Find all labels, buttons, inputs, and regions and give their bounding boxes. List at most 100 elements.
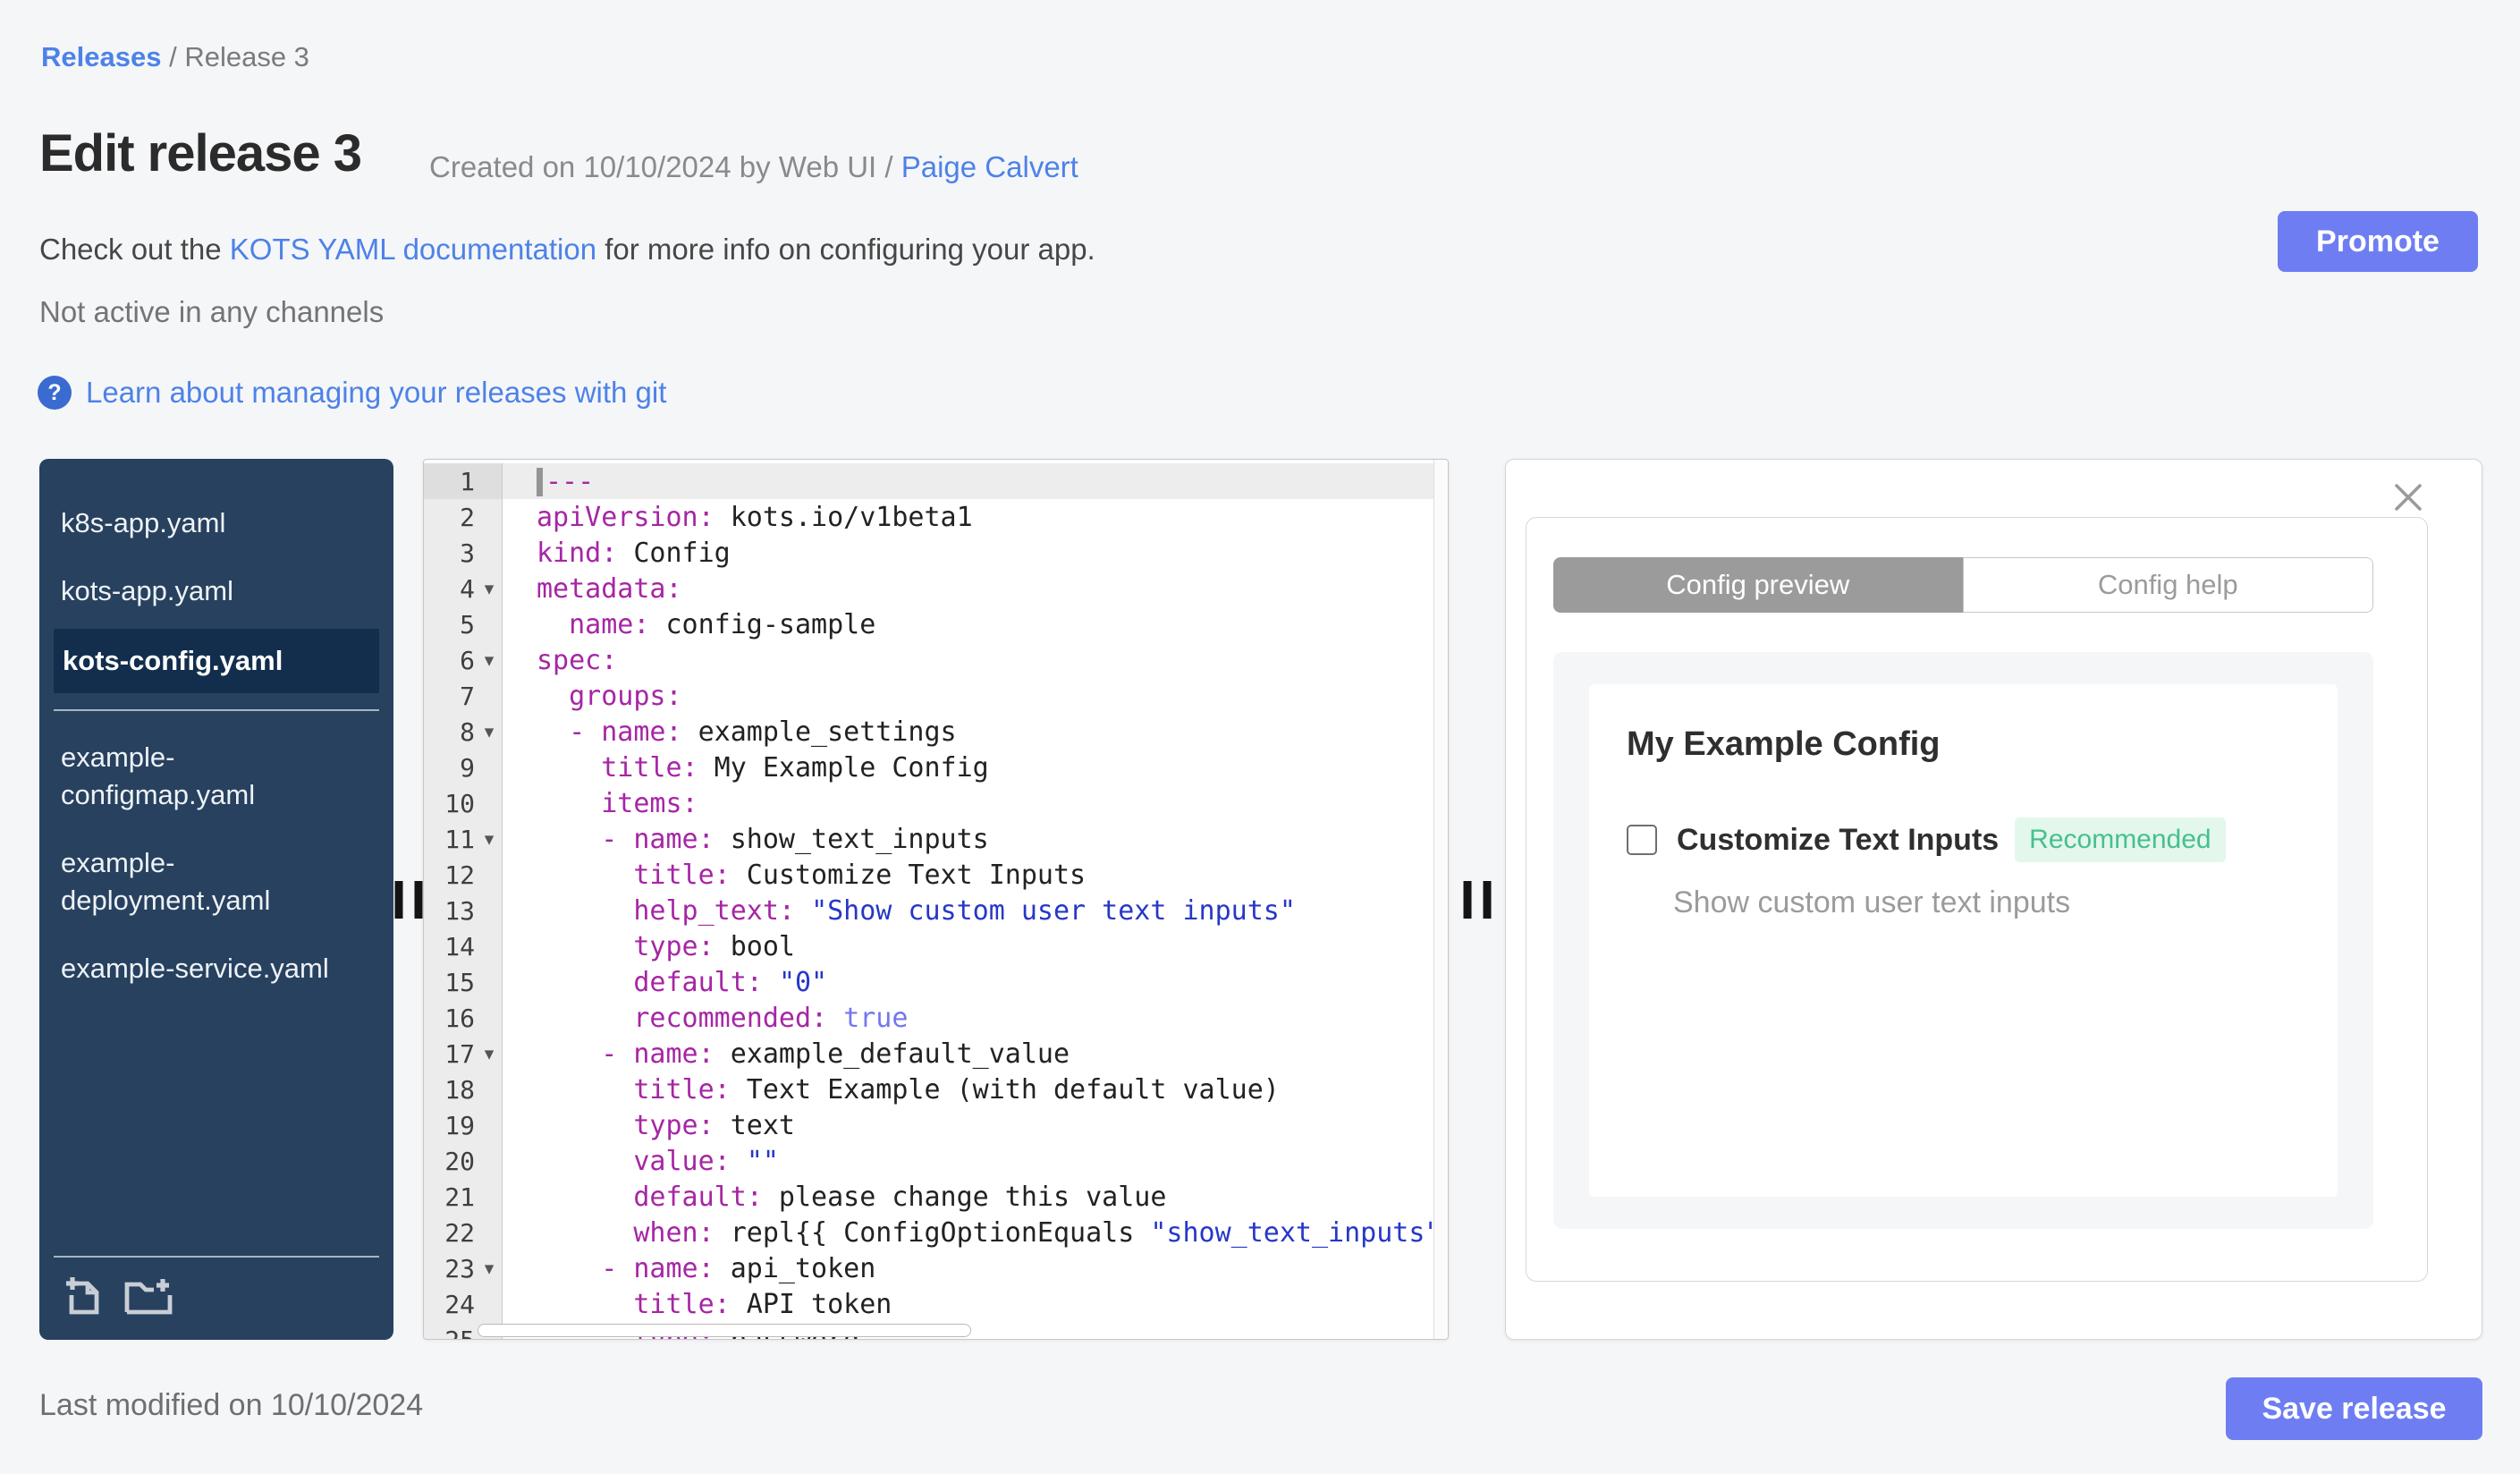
- file-item-kots-app-yaml[interactable]: kots-app.yaml: [39, 557, 347, 625]
- editor-line-24[interactable]: 24 title: API token: [424, 1286, 1448, 1322]
- close-icon[interactable]: [2390, 479, 2426, 515]
- config-item-row: Customize Text Inputs Recommended: [1627, 817, 2300, 862]
- code-text: title: Customize Text Inputs: [633, 859, 1087, 891]
- code-text: help_text: "Show custom user text inputs…: [633, 894, 1296, 927]
- line-number: 5: [424, 606, 503, 642]
- editor-vertical-scrollbar[interactable]: [1433, 460, 1448, 1339]
- fold-arrow-icon[interactable]: ▾: [477, 649, 502, 671]
- line-number: 21: [424, 1179, 503, 1215]
- learn-releases-git-link[interactable]: Learn about managing your releases with …: [86, 376, 666, 410]
- promote-button[interactable]: Promote: [2278, 211, 2478, 272]
- config-item-label: Customize Text Inputs: [1677, 822, 2000, 857]
- fold-arrow-icon[interactable]: ▾: [477, 1043, 502, 1064]
- editor-line-5[interactable]: 5 name: config-sample: [424, 606, 1448, 642]
- code-text: title: My Example Config: [601, 751, 989, 784]
- line-number: 15: [424, 964, 503, 1000]
- editor-line-4[interactable]: 4 ▾ metadata:: [424, 571, 1448, 606]
- line-number: 6 ▾: [424, 642, 503, 678]
- editor-line-16[interactable]: 16 recommended: true: [424, 1000, 1448, 1036]
- editor-line-6[interactable]: 6 ▾ spec:: [424, 642, 1448, 678]
- line-number: 4 ▾: [424, 571, 503, 606]
- editor-line-22[interactable]: 22 when: repl{{ ConfigOptionEquals "show…: [424, 1215, 1448, 1250]
- config-preview-panel: Config preview Config help My Example Con…: [1505, 459, 2482, 1340]
- editor-line-14[interactable]: 14 type: bool: [424, 928, 1448, 964]
- main-row: k8s-app.yaml kots-app.yaml kots-config.yam…: [39, 459, 2482, 1340]
- line-number: 19: [424, 1107, 503, 1143]
- file-item-k8s-app-yaml[interactable]: k8s-app.yaml: [39, 489, 347, 557]
- save-release-button[interactable]: Save release: [2226, 1377, 2482, 1440]
- docs-line: Check out the KOTS YAML documentation fo…: [39, 233, 1095, 267]
- editor-line-18[interactable]: 18 title: Text Example (with default val…: [424, 1072, 1448, 1107]
- file-item-example-configmap-yaml[interactable]: example-configmap.yaml: [39, 724, 347, 829]
- editor-line-19[interactable]: 19 type: text: [424, 1107, 1448, 1143]
- fold-arrow-icon[interactable]: ▾: [477, 828, 502, 850]
- code-text: items:: [601, 787, 698, 819]
- editor-line-9[interactable]: 9 title: My Example Config: [424, 750, 1448, 785]
- code-text: - name: example_settings: [569, 716, 957, 748]
- code-text: - name: example_default_value: [601, 1038, 1070, 1070]
- new-file-icon[interactable]: [63, 1274, 104, 1318]
- sidebar-editor-gap: [393, 459, 423, 1340]
- breadcrumb-releases-link[interactable]: Releases: [41, 41, 161, 72]
- code-text: recommended: true: [633, 1002, 909, 1034]
- editor-horizontal-scrollbar[interactable]: [478, 1324, 971, 1337]
- editor-line-7[interactable]: 7 groups:: [424, 678, 1448, 714]
- editor-line-11[interactable]: 11 ▾ - name: show_text_inputs: [424, 821, 1448, 857]
- resize-handle-right[interactable]: [1463, 880, 1491, 919]
- editor-line-23[interactable]: 23 ▾ - name: api_token: [424, 1250, 1448, 1286]
- tab-config-help[interactable]: Config help: [1962, 557, 2373, 613]
- new-folder-icon[interactable]: [123, 1274, 173, 1318]
- code-text: type: bool: [633, 930, 795, 962]
- breadcrumb: Releases / Release 3: [41, 41, 309, 73]
- kots-yaml-docs-link[interactable]: KOTS YAML documentation: [230, 233, 596, 266]
- line-number: 18: [424, 1072, 503, 1107]
- line-number: 13: [424, 893, 503, 928]
- code-text: when: repl{{ ConfigOptionEquals "show_te…: [633, 1216, 1442, 1249]
- file-list: k8s-app.yaml kots-app.yaml kots-config.yam…: [39, 489, 393, 1003]
- line-number: 14: [424, 928, 503, 964]
- yaml-code-editor[interactable]: 1 --- 2 apiVersion: kots.io/v1beta1 3 kind: C…: [423, 459, 1449, 1340]
- editor-line-20[interactable]: 20 value: "": [424, 1143, 1448, 1179]
- editor-line-2[interactable]: 2 apiVersion: kots.io/v1beta1: [424, 499, 1448, 535]
- fold-arrow-icon[interactable]: ▾: [477, 1258, 502, 1279]
- line-number: 1: [424, 463, 503, 499]
- line-number: 2: [424, 499, 503, 535]
- sidebar-bottom: [39, 1240, 393, 1340]
- code-text: name: config-sample: [569, 608, 876, 640]
- code-text: type: text: [633, 1109, 795, 1141]
- editor-line-15[interactable]: 15 default: "0": [424, 964, 1448, 1000]
- line-number: 22: [424, 1215, 503, 1250]
- editor-line-3[interactable]: 3 kind: Config: [424, 535, 1448, 571]
- editor-line-21[interactable]: 21 default: please change this value: [424, 1179, 1448, 1215]
- last-modified-text: Last modified on 10/10/2024: [39, 1388, 424, 1422]
- created-line: Created on 10/10/2024 by Web UI / Paige …: [429, 150, 1078, 184]
- file-item-kots-config-yaml[interactable]: kots-config.yaml: [54, 629, 379, 693]
- line-number: 11 ▾: [424, 821, 503, 857]
- code-text: default: please change this value: [633, 1181, 1167, 1213]
- line-number: 23 ▾: [424, 1250, 503, 1286]
- tab-config-preview[interactable]: Config preview: [1553, 557, 1963, 613]
- editor-line-1[interactable]: 1 ---: [424, 463, 1448, 499]
- code-text: metadata:: [537, 572, 682, 605]
- editor-line-13[interactable]: 13 help_text: "Show custom user text inp…: [424, 893, 1448, 928]
- sidebar-actions: [39, 1274, 393, 1318]
- release-editor-page: Releases / Release 3 Edit release 3 Crea…: [0, 0, 2520, 1474]
- editor-line-8[interactable]: 8 ▾ - name: example_settings: [424, 714, 1448, 750]
- file-item-example-deployment-yaml[interactable]: example-deployment.yaml: [39, 829, 347, 935]
- breadcrumb-separator: /: [169, 41, 177, 72]
- editor-line-17[interactable]: 17 ▾ - name: example_default_value: [424, 1036, 1448, 1072]
- resize-handle-left[interactable]: [394, 880, 422, 919]
- fold-arrow-icon[interactable]: ▾: [477, 721, 502, 742]
- code-text: apiVersion: kots.io/v1beta1: [537, 501, 973, 533]
- file-item-example-service-yaml[interactable]: example-service.yaml: [39, 935, 347, 1003]
- config-group-title: My Example Config: [1627, 725, 1941, 763]
- customize-text-inputs-checkbox[interactable]: [1627, 825, 1657, 855]
- code-text: groups:: [569, 680, 682, 712]
- line-number: 16: [424, 1000, 503, 1036]
- editor-line-12[interactable]: 12 title: Customize Text Inputs: [424, 857, 1448, 893]
- fold-arrow-icon[interactable]: ▾: [477, 578, 502, 599]
- created-by-link[interactable]: Paige Calvert: [901, 150, 1078, 183]
- editor-line-10[interactable]: 10 items:: [424, 785, 1448, 821]
- preview-card: Config preview Config help My Example Con…: [1526, 517, 2428, 1282]
- page-title: Edit release 3: [39, 124, 362, 182]
